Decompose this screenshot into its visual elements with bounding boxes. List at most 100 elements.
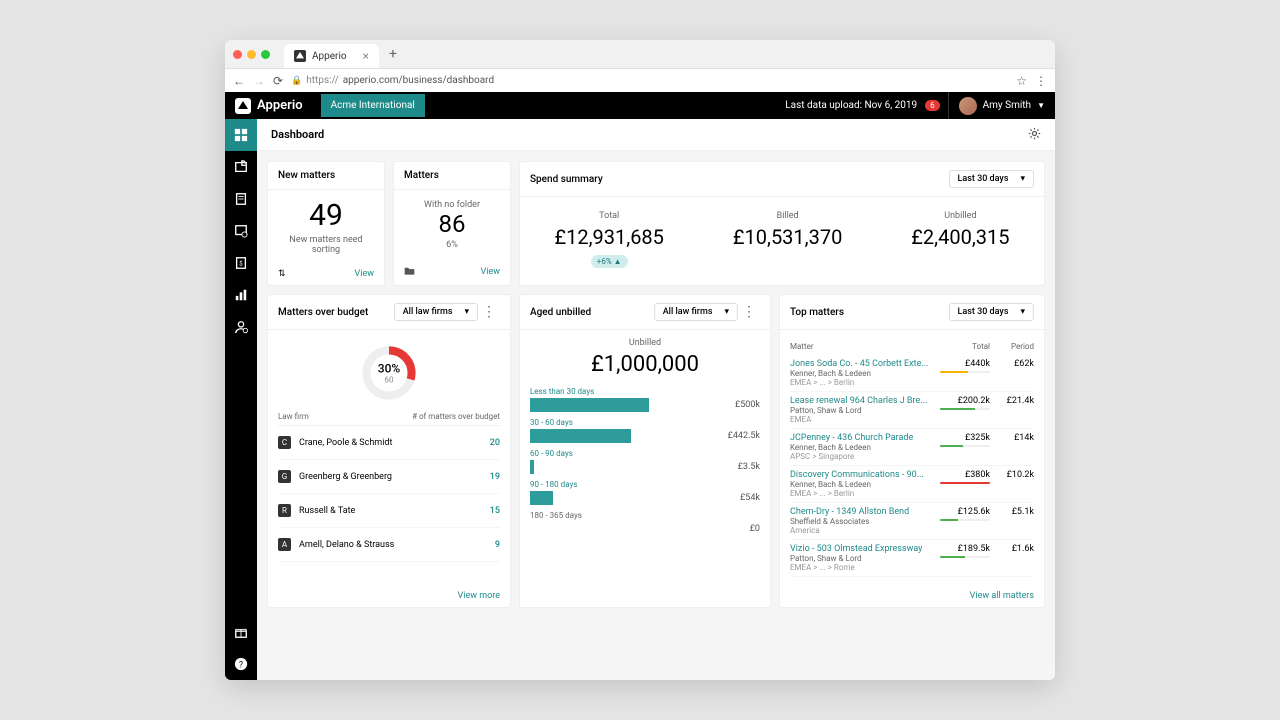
- matter-link[interactable]: Lease renewal 964 Charles J Bre...: [790, 396, 940, 406]
- firm-count: 15: [490, 506, 500, 516]
- aged-label[interactable]: 60 - 90 days: [530, 449, 760, 458]
- filter-dropdown[interactable]: All law firms▾: [654, 303, 738, 321]
- card-aged-unbilled: Aged unbilled All law firms▾ ⋮ Unbilled …: [519, 294, 771, 608]
- sidebar-item-users[interactable]: [225, 311, 257, 343]
- card-new-matters: New matters 49 New matters need sorting …: [267, 161, 385, 286]
- aged-bar: [530, 429, 710, 443]
- sidebar-item-gifts[interactable]: [225, 616, 257, 648]
- firm-row[interactable]: R Russell & Tate 15: [278, 494, 500, 528]
- brand-text: Apperio: [257, 98, 303, 113]
- bookmark-icon[interactable]: ☆: [1016, 74, 1027, 88]
- card-spend-summary: Spend summary Last 30 days▾ Total £12,93…: [519, 161, 1045, 286]
- matter-link[interactable]: JCPenney - 436 Church Parade: [790, 433, 940, 443]
- sort-icon[interactable]: ⇅: [278, 269, 286, 279]
- brand-logo[interactable]: Apperio: [225, 98, 313, 114]
- aged-bucket: 30 - 60 days £442.5k: [530, 418, 760, 443]
- card-title: Matters: [394, 162, 510, 190]
- range-dropdown[interactable]: Last 30 days▾: [949, 303, 1034, 321]
- sidebar-item-documents[interactable]: [225, 183, 257, 215]
- close-tab-icon[interactable]: ×: [363, 49, 369, 63]
- matter-link[interactable]: Vizio - 503 Olmstead Expressway: [790, 544, 940, 554]
- firm-row[interactable]: G Greenberg & Greenberg 19: [278, 460, 500, 494]
- filter-dropdown[interactable]: All law firms▾: [394, 303, 478, 321]
- matter-firm: Kenner, Bach & Ledeen: [790, 480, 940, 489]
- col-firm: Law firm: [278, 412, 309, 421]
- forward-icon[interactable]: →: [253, 74, 265, 88]
- progress-bar: [940, 445, 990, 447]
- range-dropdown[interactable]: Last 30 days▾: [949, 170, 1034, 188]
- matter-link[interactable]: Chem-Dry - 1349 Allston Bend: [790, 507, 940, 517]
- sidebar-item-analytics[interactable]: [225, 279, 257, 311]
- matters-pct: 6%: [404, 240, 500, 250]
- new-tab-button[interactable]: +: [389, 46, 397, 62]
- matter-link[interactable]: Discovery Communications - 90...: [790, 470, 940, 480]
- matter-period: £21.4k: [990, 396, 1034, 424]
- aged-label[interactable]: 90 - 180 days: [530, 480, 760, 489]
- chevron-down-icon: ▾: [1020, 174, 1025, 184]
- firm-name: Greenberg & Greenberg: [299, 472, 392, 482]
- matter-location: EMEA > ... > Berlin: [790, 378, 940, 387]
- aged-label[interactable]: Less than 30 days: [530, 387, 760, 396]
- unbilled-value: £1,000,000: [530, 348, 760, 387]
- more-icon[interactable]: ⋮: [738, 304, 760, 320]
- sidebar-item-budgets[interactable]: [225, 215, 257, 247]
- url-input[interactable]: 🔒 https://apperio.com/business/dashboard: [291, 75, 1008, 86]
- sidebar-item-dashboard[interactable]: [225, 119, 257, 151]
- aged-value: £500k: [718, 400, 760, 410]
- sidebar-item-help[interactable]: ?: [225, 648, 257, 680]
- col-count: # of matters over budget: [412, 412, 500, 421]
- spend-label: Total: [554, 211, 663, 221]
- spend-label: Unbilled: [911, 211, 1009, 221]
- company-selector[interactable]: Acme International: [321, 94, 425, 117]
- card-title: Matters over budget: [278, 307, 368, 318]
- notification-badge[interactable]: 6: [925, 100, 940, 111]
- col-matter: Matter: [790, 342, 940, 351]
- matter-period: £1.6k: [990, 544, 1034, 572]
- maximize-window-icon[interactable]: [261, 50, 270, 59]
- matter-total: £189.5k: [940, 544, 990, 572]
- donut-pct: 30%: [378, 362, 400, 376]
- more-icon[interactable]: ⋮: [478, 304, 500, 320]
- view-link[interactable]: View: [481, 267, 500, 277]
- matter-period: £14k: [990, 433, 1034, 461]
- user-menu[interactable]: Amy Smith ▼: [948, 92, 1045, 119]
- progress-bar: [940, 371, 990, 373]
- spend-value: £12,931,685: [554, 225, 663, 249]
- folder-icon[interactable]: [404, 265, 415, 279]
- browser-tab[interactable]: Apperio ×: [284, 44, 379, 68]
- view-all-link[interactable]: View all matters: [970, 591, 1034, 601]
- menu-icon[interactable]: ⋮: [1035, 74, 1047, 88]
- spend-column: Total £12,931,685 +6% ▲: [554, 211, 663, 268]
- spend-label: Billed: [733, 211, 842, 221]
- settings-icon[interactable]: [1028, 125, 1041, 144]
- firm-count: 20: [490, 438, 500, 448]
- matters-count: 86: [404, 210, 500, 238]
- firm-row[interactable]: A Arnell, Delano & Strauss 9: [278, 528, 500, 562]
- aged-label[interactable]: 30 - 60 days: [530, 418, 760, 427]
- reload-icon[interactable]: ⟳: [273, 74, 283, 88]
- matter-row: Lease renewal 964 Charles J Bre... Patto…: [790, 392, 1034, 429]
- close-window-icon[interactable]: [233, 50, 242, 59]
- lock-icon: 🔒: [291, 76, 302, 86]
- matters-subtitle: With no folder: [404, 200, 500, 210]
- progress-bar: [940, 408, 990, 410]
- matter-total: £440k: [940, 359, 990, 387]
- back-icon[interactable]: ←: [233, 74, 245, 88]
- sidebar-item-matters[interactable]: [225, 151, 257, 183]
- matter-link[interactable]: Jones Soda Co. - 45 Corbett Exte...: [790, 359, 940, 369]
- new-matters-subtitle: New matters need sorting: [278, 235, 374, 255]
- view-link[interactable]: View: [355, 269, 374, 279]
- matter-firm: Kenner, Bach & Ledeen: [790, 369, 940, 378]
- firm-name: Crane, Poole & Schmidt: [299, 438, 392, 448]
- sidebar-item-invoices[interactable]: $: [225, 247, 257, 279]
- matter-row: Discovery Communications - 90... Kenner,…: [790, 466, 1034, 503]
- spend-column: Billed £10,531,370: [733, 211, 842, 268]
- card-title: Spend summary Last 30 days▾: [520, 162, 1044, 197]
- view-more-link[interactable]: View more: [458, 591, 500, 601]
- progress-bar: [940, 556, 990, 558]
- new-matters-count: 49: [278, 198, 374, 233]
- minimize-window-icon[interactable]: [247, 50, 256, 59]
- firm-row[interactable]: C Crane, Poole & Schmidt 20: [278, 426, 500, 460]
- app: Apperio Acme International Last data upl…: [225, 92, 1055, 680]
- avatar-icon: [959, 97, 977, 115]
